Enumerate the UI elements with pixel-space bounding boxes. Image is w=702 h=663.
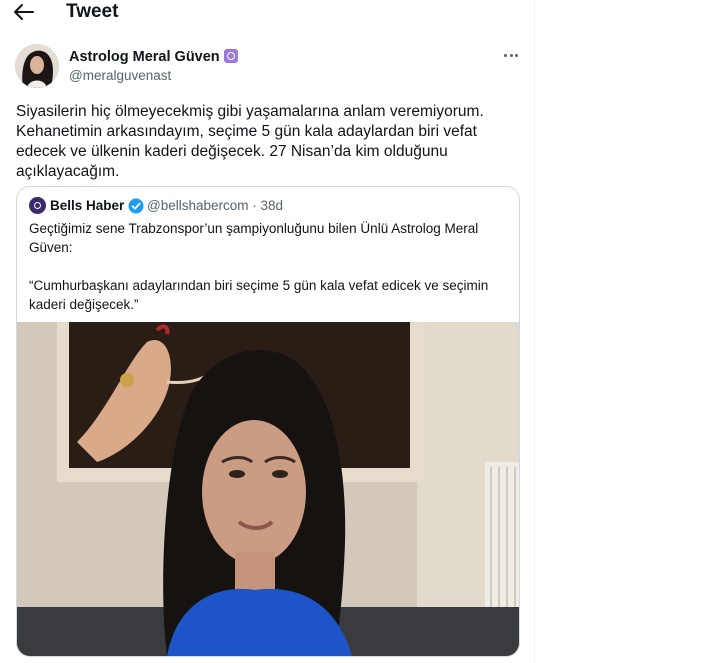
tweet-text: Siyasilerin hiç ölmeyecekmiş gibi yaşama… bbox=[16, 103, 484, 180]
tweet-column: Tweet Astrolog Meral Güven @meralguvenas… bbox=[0, 0, 535, 663]
quoted-author-handle: @bellshabercom · 38d bbox=[147, 198, 284, 213]
affiliate-badge-icon bbox=[223, 49, 238, 63]
quoted-media-image[interactable] bbox=[17, 322, 519, 656]
author-name[interactable]: Astrolog Meral Güven bbox=[69, 48, 238, 66]
page-title: Tweet bbox=[66, 1, 119, 22]
quoted-author-name: Bells Haber bbox=[50, 198, 125, 213]
top-bar: Tweet bbox=[0, 0, 534, 26]
author-handle[interactable]: @meralguvenast bbox=[69, 67, 171, 84]
quoted-tweet[interactable]: Bells Haber @bellshabercom · 38d Geçtiği… bbox=[16, 186, 520, 657]
quoted-tweet-text: Geçtiğimiz sene Trabzonspor’un şampiyonl… bbox=[29, 221, 489, 312]
verified-icon bbox=[128, 198, 144, 214]
back-arrow-icon[interactable] bbox=[13, 2, 35, 22]
more-icon[interactable] bbox=[500, 47, 522, 63]
avatar[interactable] bbox=[15, 44, 59, 88]
quoted-avatar bbox=[29, 197, 46, 214]
